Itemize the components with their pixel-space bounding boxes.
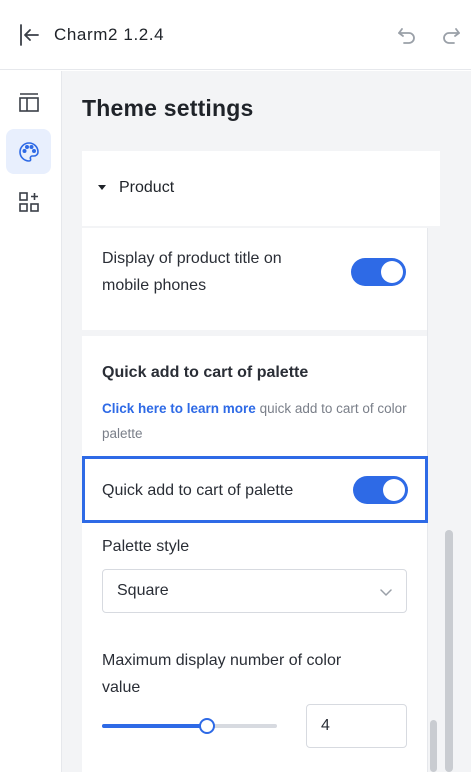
add-widget-icon xyxy=(18,191,39,212)
mobile-title-label: Display of product title on mobile phone… xyxy=(102,245,282,299)
top-bar: Charm2 1.2.4 xyxy=(0,0,471,70)
chevron-down-icon xyxy=(380,589,392,596)
app-title: Charm2 1.2.4 xyxy=(54,25,165,44)
quick-add-toggle[interactable] xyxy=(353,476,408,504)
quick-add-setting: Quick add to cart of palette Click here … xyxy=(82,336,427,772)
undo-icon[interactable] xyxy=(396,24,418,46)
quick-add-toggle-label: Quick add to cart of palette xyxy=(102,482,294,499)
caret-down-icon xyxy=(98,185,106,190)
scrollbar-thumb[interactable] xyxy=(445,530,453,772)
section-product-header[interactable]: Product xyxy=(82,151,440,226)
sidebar-rail xyxy=(0,71,62,772)
sidebar-item-theme[interactable] xyxy=(6,129,51,174)
mobile-title-label-line1: Display of product title on xyxy=(102,250,282,267)
slider-fill xyxy=(102,724,207,728)
mobile-title-label-line2: mobile phones xyxy=(102,277,207,294)
toggle-knob xyxy=(383,479,405,501)
quick-add-toggle-row: Quick add to cart of palette xyxy=(82,456,428,523)
sidebar-item-layout[interactable] xyxy=(6,79,51,124)
max-colors-label: Maximum display number of color value xyxy=(102,647,341,701)
max-colors-slider[interactable] xyxy=(102,716,277,736)
quick-add-heading: Quick add to cart of palette xyxy=(102,364,309,381)
theme-settings-panel: Theme settings Product Display of produc… xyxy=(62,71,471,772)
sidebar-item-add-section[interactable] xyxy=(6,179,51,224)
max-colors-label-line2: value xyxy=(102,679,141,696)
slider-thumb[interactable] xyxy=(199,718,215,734)
mobile-title-toggle[interactable] xyxy=(351,258,406,286)
toggle-knob xyxy=(381,261,403,283)
section-label: Product xyxy=(119,179,175,196)
palette-style-value: Square xyxy=(117,582,169,599)
mobile-title-setting: Display of product title on mobile phone… xyxy=(82,228,427,330)
inner-scrollbar-thumb[interactable] xyxy=(430,720,437,772)
palette-style-select[interactable]: Square xyxy=(102,569,407,613)
max-colors-input[interactable] xyxy=(306,704,407,748)
quick-add-help: Click here to learn more quick add to ca… xyxy=(102,396,412,446)
learn-more-link[interactable]: Click here to learn more xyxy=(102,401,256,416)
layout-icon xyxy=(18,92,39,112)
palette-style-label: Palette style xyxy=(102,538,190,555)
page-title: Theme settings xyxy=(82,95,254,121)
palette-icon xyxy=(18,141,39,162)
exit-icon[interactable] xyxy=(16,22,42,48)
max-colors-label-line1: Maximum display number of color xyxy=(102,652,342,669)
redo-icon[interactable] xyxy=(440,24,462,46)
